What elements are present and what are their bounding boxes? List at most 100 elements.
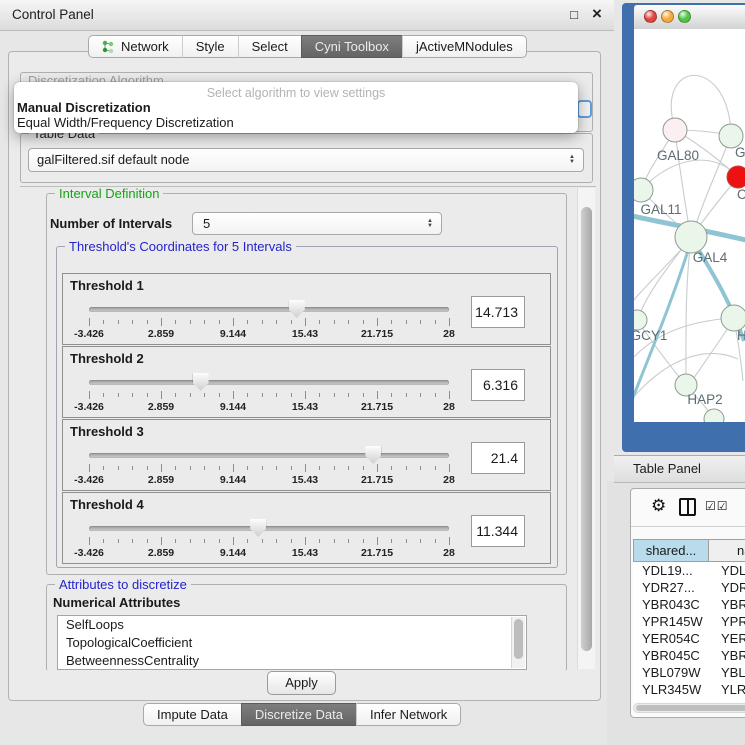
node-table-card: ⚙ ☑☑ shared...na YDL19...YDL1YDR27...YDR… <box>630 488 745 718</box>
tick-mark <box>391 393 392 397</box>
threshold-slider[interactable]: -3.4262.8599.14415.4321.71528 <box>89 371 449 415</box>
attribute-item-topologicalcoefficient[interactable]: TopologicalCoefficient <box>58 634 526 652</box>
tick-label: 21.715 <box>361 474 393 486</box>
tick-label: 9.144 <box>220 328 246 340</box>
numerical-attributes-label: Numerical Attributes <box>53 595 180 610</box>
slider-thumb[interactable] <box>365 446 381 464</box>
network-node-label: HAP2 <box>687 392 722 407</box>
table-row[interactable]: YIL052CYIL0 <box>633 698 745 702</box>
threshold-box-3: Threshold 3-3.4262.8599.14415.4321.71528… <box>62 419 551 491</box>
close-panel-icon[interactable]: × <box>589 4 605 24</box>
network-node[interactable] <box>727 166 745 188</box>
table-data-combobox[interactable]: galFiltered.sif default node ▲▼ <box>28 148 584 172</box>
tab-style[interactable]: Style <box>182 35 238 58</box>
float-window-icon[interactable]: □ <box>566 7 582 22</box>
tick-label: 15.43 <box>292 401 318 413</box>
settings-vertical-scrollbar[interactable] <box>577 188 595 669</box>
table-row[interactable]: YER054CYER0 <box>633 630 745 647</box>
tab-impute-data[interactable]: Impute Data <box>143 703 241 726</box>
threshold-value-field[interactable]: 14.713 <box>471 296 525 328</box>
tab-network[interactable]: Network <box>88 35 182 58</box>
tick-mark <box>406 320 407 324</box>
tick-mark <box>118 320 119 324</box>
threshold-slider[interactable]: -3.4262.8599.14415.4321.71528 <box>89 517 449 561</box>
network-node[interactable] <box>675 221 707 253</box>
threshold-value-field[interactable]: 11.344 <box>471 515 525 547</box>
traffic-light-zoom[interactable] <box>678 10 691 23</box>
network-canvas[interactable]: GAL80GACGAL11GAL4GCY1HHAP2 <box>634 29 745 422</box>
attributes-group-title: Attributes to discretize <box>55 577 191 592</box>
algorithm-option-equal-width-frequency-discretization[interactable]: Equal Width/Frequency Discretization <box>14 115 578 130</box>
table-row[interactable]: YDL19...YDL1 <box>633 562 745 579</box>
tick-mark <box>175 466 176 470</box>
tab-label: Style <box>196 39 225 54</box>
table-row[interactable]: YBL079WYBL0 <box>633 664 745 681</box>
settings-scrollbar-thumb[interactable] <box>581 207 592 651</box>
slider-thumb[interactable] <box>289 300 305 318</box>
number-of-intervals-spinner[interactable]: 5 ▲▼ <box>192 212 442 235</box>
tick-mark <box>377 318 378 326</box>
tab-select[interactable]: Select <box>238 35 301 58</box>
apply-button[interactable]: Apply <box>267 671 336 695</box>
slider-thumb[interactable] <box>193 373 209 391</box>
threshold-slider[interactable]: -3.4262.8599.14415.4321.71528 <box>89 298 449 342</box>
slider-thumb[interactable] <box>250 519 266 537</box>
stepper-arrows-icon[interactable]: ▲▼ <box>569 155 575 165</box>
stepper-arrows-icon[interactable]: ▲▼ <box>427 219 433 229</box>
column-header-1[interactable]: shared... <box>633 539 709 562</box>
column-header-2[interactable]: na <box>709 539 745 562</box>
tick-mark <box>319 539 320 543</box>
split-table-icon[interactable] <box>679 498 696 516</box>
number-of-intervals-value: 5 <box>203 216 210 231</box>
table-row[interactable]: YDR27...YDR2 <box>633 579 745 596</box>
attribute-item-selfloops[interactable]: SelfLoops <box>58 616 526 634</box>
traffic-light-close[interactable] <box>644 10 657 23</box>
network-node[interactable] <box>663 118 687 142</box>
algorithm-dropdown-popup: Select algorithm to view settings Manual… <box>14 82 578 133</box>
network-window-titlebar[interactable] <box>634 5 745 30</box>
table-cell: YER054C <box>633 630 709 647</box>
network-node-label: GA <box>735 145 745 160</box>
threshold-value-field[interactable]: 21.4 <box>471 442 525 474</box>
tick-mark <box>435 393 436 397</box>
network-node[interactable] <box>634 178 653 202</box>
tick-mark <box>103 466 104 470</box>
tab-infer-network[interactable]: Infer Network <box>356 703 461 726</box>
tick-mark <box>262 539 263 543</box>
threshold-slider[interactable]: -3.4262.8599.14415.4321.71528 <box>89 444 449 488</box>
tick-mark <box>420 393 421 397</box>
bottom-tab-bar: Impute DataDiscretize DataInfer Network <box>143 703 461 726</box>
tab-cyni-toolbox[interactable]: Cyni Toolbox <box>301 35 402 58</box>
tick-mark <box>291 466 292 470</box>
algorithm-combo-focus-ring[interactable] <box>577 100 592 118</box>
algorithm-option-manual-discretization[interactable]: Manual Discretization <box>14 100 578 115</box>
tick-mark <box>449 391 450 399</box>
table-row[interactable]: YBR043CYBR0 <box>633 596 745 613</box>
tab-discretize-data[interactable]: Discretize Data <box>241 703 356 726</box>
table-row[interactable]: YPR145WYPR1 <box>633 613 745 630</box>
table-horizontal-scrollbar-thumb[interactable] <box>636 705 745 711</box>
tick-label: 21.715 <box>361 401 393 413</box>
tick-mark <box>175 320 176 324</box>
number-of-intervals-label: Number of Intervals <box>50 216 172 231</box>
network-node[interactable] <box>704 409 724 422</box>
attributes-list-scrollbar[interactable] <box>511 617 525 668</box>
network-node[interactable] <box>634 310 647 330</box>
tick-mark <box>190 320 191 324</box>
tick-mark <box>175 393 176 397</box>
tick-mark <box>305 391 306 399</box>
table-horizontal-scrollbar[interactable] <box>633 703 745 713</box>
tick-mark <box>233 464 234 472</box>
traffic-light-minimize[interactable] <box>661 10 674 23</box>
column-visibility-checkboxes-icon[interactable]: ☑☑ <box>705 499 729 513</box>
tick-mark <box>435 466 436 470</box>
gear-icon[interactable]: ⚙ <box>651 496 666 516</box>
table-row[interactable]: YLR345WYLR3 <box>633 681 745 698</box>
slider-tick-labels: -3.4262.8599.14415.4321.71528 <box>89 328 449 340</box>
threshold-value-field[interactable]: 6.316 <box>471 369 525 401</box>
table-row[interactable]: YBR045CYBR0 <box>633 647 745 664</box>
tab-jactivemnodules[interactable]: jActiveMNodules <box>402 35 527 58</box>
attributes-list-scrollbar-thumb[interactable] <box>514 619 523 659</box>
tick-mark <box>276 539 277 543</box>
attribute-item-betweennesscentrality[interactable]: BetweennessCentrality <box>58 652 526 670</box>
